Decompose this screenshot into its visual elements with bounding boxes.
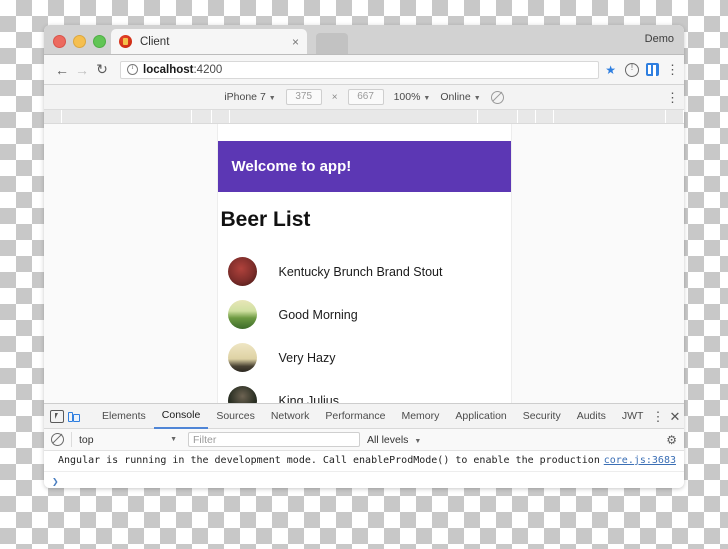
minimize-window-button[interactable] xyxy=(73,35,86,48)
network-throttle-select[interactable]: Online ▼ xyxy=(440,91,480,103)
console-levels-select[interactable]: All levels ▼ xyxy=(367,434,421,446)
list-item[interactable]: Very Hazy xyxy=(218,336,511,379)
url-host: localhost xyxy=(143,63,194,76)
reload-icon[interactable]: ↻ xyxy=(92,61,112,78)
site-info-icon[interactable] xyxy=(127,63,138,75)
list-item-label: King Julius xyxy=(278,393,339,404)
devtools-tab-actions: ⋮ ✕ xyxy=(651,410,684,423)
forward-icon[interactable]: → xyxy=(72,62,92,78)
console-output: Angular is running in the development mo… xyxy=(44,451,684,488)
console-filter-bar: top ▼ Filter All levels ▼ ⚙ xyxy=(44,429,684,451)
device-select[interactable]: iPhone 7 ▼ xyxy=(224,91,275,103)
page-info-icon[interactable] xyxy=(625,62,639,77)
no-throttling-icon[interactable] xyxy=(490,90,504,104)
browser-toolbar: ← → ↻ localhost:4200 ★ ⋮ xyxy=(44,55,684,85)
viewport-width-input[interactable]: 375 xyxy=(285,89,322,105)
bookmark-star-icon[interactable]: ★ xyxy=(605,63,616,77)
tab-jwt[interactable]: JWT xyxy=(614,405,652,428)
list-item-label: Kentucky Brunch Brand Stout xyxy=(278,264,443,279)
chevron-down-icon: ▼ xyxy=(170,436,177,443)
console-source-link[interactable]: core.js:3683 xyxy=(604,454,676,468)
devtools-panel: Elements Console Sources Network Perform… xyxy=(44,403,684,488)
url-port: :4200 xyxy=(193,63,223,76)
close-devtools-icon[interactable]: ✕ xyxy=(669,410,680,423)
device-toolbar-toggle-icon[interactable] xyxy=(68,411,80,422)
clear-console-icon[interactable] xyxy=(51,433,64,446)
console-message-text: Angular is running in the development mo… xyxy=(58,455,604,466)
device-select-label: iPhone 7 xyxy=(224,91,266,103)
avatar xyxy=(227,257,257,286)
tab-audits[interactable]: Audits xyxy=(569,405,614,428)
window-traffic-lights xyxy=(53,35,106,48)
device-emulation-bar: iPhone 7 ▼ 375 × 667 100% ▼ Online ▼ ⋮ xyxy=(44,85,684,110)
viewport-height-input[interactable]: 667 xyxy=(347,89,384,105)
browser-tab-client[interactable]: Client × xyxy=(111,29,307,54)
tab-performance[interactable]: Performance xyxy=(317,405,393,428)
tab-security[interactable]: Security xyxy=(515,405,569,428)
viewport-ruler xyxy=(44,110,684,124)
extension-icon[interactable] xyxy=(646,63,659,76)
list-item[interactable]: Kentucky Brunch Brand Stout xyxy=(218,250,511,293)
chevron-down-icon: ▼ xyxy=(423,95,431,102)
list-item-label: Very Hazy xyxy=(278,350,336,365)
console-filter-input[interactable]: Filter xyxy=(188,432,360,447)
url-text: localhost:4200 xyxy=(143,64,222,76)
tab-elements[interactable]: Elements xyxy=(94,405,154,428)
tab-application[interactable]: Application xyxy=(447,405,514,428)
zoom-select-label: 100% xyxy=(393,91,421,103)
console-input-prompt[interactable]: ❯ xyxy=(44,472,684,488)
zoom-select[interactable]: 100% ▼ xyxy=(394,91,431,103)
devtools-tab-bar: Elements Console Sources Network Perform… xyxy=(44,404,684,429)
close-window-button[interactable] xyxy=(53,35,66,48)
tab-memory[interactable]: Memory xyxy=(393,405,447,428)
tab-network[interactable]: Network xyxy=(263,405,318,428)
avatar xyxy=(227,386,257,403)
back-icon[interactable]: ← xyxy=(52,62,72,78)
dimension-separator: × xyxy=(331,91,338,103)
browser-window: Client × Demo ← → ↻ localhost:4200 ★ ⋮ i… xyxy=(44,25,684,488)
app-header: Welcome to app! xyxy=(217,141,511,192)
address-bar[interactable]: localhost:4200 xyxy=(120,60,600,79)
list-item-label: Good Morning xyxy=(278,307,358,322)
chevron-down-icon: ▼ xyxy=(414,437,422,445)
console-levels-label: All levels xyxy=(367,433,409,446)
inspect-element-icon[interactable] xyxy=(50,409,64,423)
list-item[interactable]: King Julius xyxy=(218,379,511,403)
tab-sources[interactable]: Sources xyxy=(208,405,263,428)
console-context-select[interactable]: top ▼ xyxy=(71,432,181,447)
console-context-label: top xyxy=(79,433,94,446)
gear-icon[interactable]: ⚙ xyxy=(666,434,677,446)
maximize-window-button[interactable] xyxy=(93,35,106,48)
tab-title: Client xyxy=(140,35,170,48)
page-title: Beer List xyxy=(220,208,311,231)
network-throttle-label: Online xyxy=(440,91,471,103)
devtools-menu-icon[interactable]: ⋮ xyxy=(651,410,664,423)
device-options-menu-icon[interactable]: ⋮ xyxy=(666,91,679,104)
close-icon[interactable]: × xyxy=(292,36,299,48)
browser-menu-icon[interactable]: ⋮ xyxy=(666,63,679,76)
avatar xyxy=(227,343,257,372)
tab-strip: Client × Demo xyxy=(44,25,684,55)
page-viewport-area: Welcome to app! Beer List Kentucky Brunc… xyxy=(44,124,684,403)
beer-list: Kentucky Brunch Brand Stout Good Morning… xyxy=(218,250,511,403)
beer-mug-favicon-icon xyxy=(119,35,132,48)
console-message-row[interactable]: Angular is running in the development mo… xyxy=(44,451,684,472)
demo-label: Demo xyxy=(644,33,674,45)
tab-console[interactable]: Console xyxy=(153,404,209,429)
emulated-device-viewport: Welcome to app! Beer List Kentucky Brunc… xyxy=(216,124,512,403)
avatar xyxy=(227,300,257,329)
list-item[interactable]: Good Morning xyxy=(218,293,511,336)
chevron-down-icon: ▼ xyxy=(268,95,276,102)
chevron-down-icon: ▼ xyxy=(473,95,481,102)
new-tab-button[interactable] xyxy=(316,33,348,54)
